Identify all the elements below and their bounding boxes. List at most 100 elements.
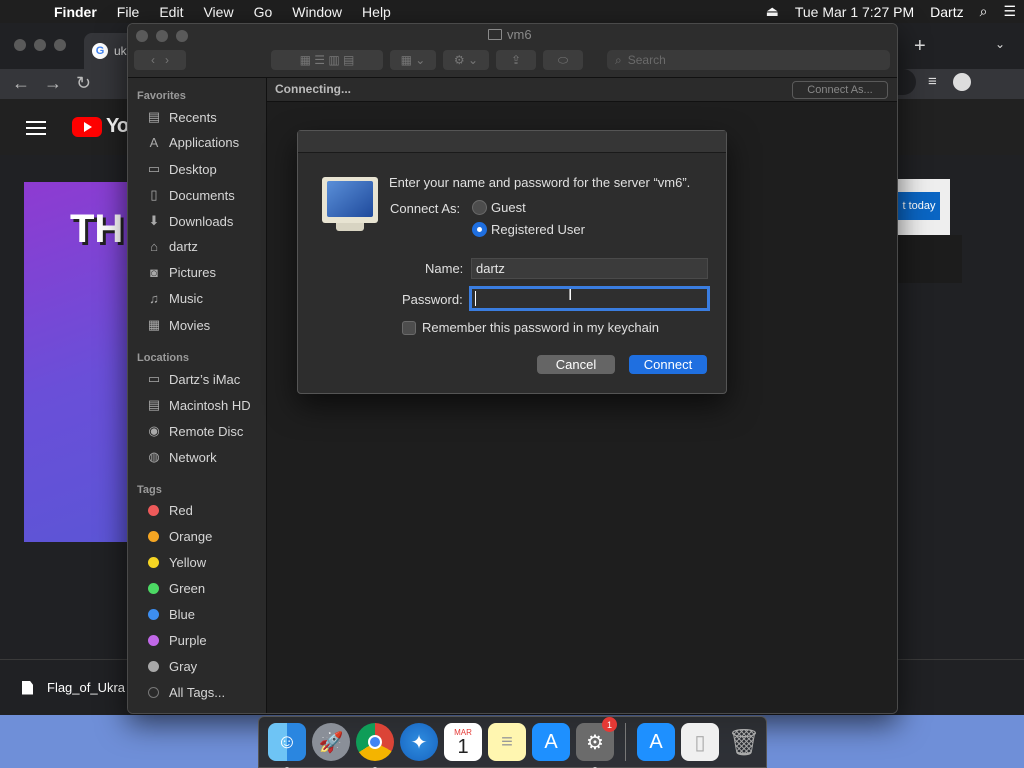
name-label: Name: (425, 261, 464, 276)
server-login-dialog: Enter your name and password for the ser… (297, 130, 727, 394)
sidebar-tag-green[interactable]: Green (146, 581, 205, 596)
pictures-icon: ◙ (150, 265, 158, 280)
user-menu[interactable]: Dartz (922, 4, 971, 20)
menu-go[interactable]: Go (244, 4, 283, 20)
remember-password-checkbox-row[interactable]: Remember this password in my keychain (402, 320, 659, 335)
sidebar-all-tags[interactable]: All Tags... (146, 685, 225, 700)
menu-file[interactable]: File (107, 4, 150, 20)
sidebar-item-applications[interactable]: A Applications (146, 135, 239, 150)
view-mode-buttons[interactable]: ▦ ☰ ▥ ▤ (271, 50, 383, 70)
profile-avatar-icon[interactable] (952, 73, 971, 91)
sidebar-tag-orange[interactable]: Orange (146, 529, 212, 544)
forward-icon[interactable]: → (44, 73, 62, 94)
locations-heading: Locations (137, 352, 189, 364)
menu-bar: Finder File Edit View Go Window Help ⏏ T… (0, 0, 1024, 23)
menu-view[interactable]: View (193, 4, 243, 20)
promo-button[interactable]: t today (898, 192, 940, 220)
sidebar-item-recents[interactable]: ▤ Recents (146, 109, 217, 125)
group-button[interactable]: ▦ ⌄ (390, 50, 436, 70)
chevron-down-icon[interactable]: ⌄ (995, 37, 1005, 51)
finder-window-title: vm6 (488, 27, 532, 42)
spotlight-search-icon[interactable]: ⌕ (972, 3, 996, 20)
sidebar-item-pictures[interactable]: ◙ Pictures (146, 265, 216, 280)
control-center-icon[interactable]: ☰ (995, 3, 1024, 20)
back-forward-buttons[interactable]: ‹ › (134, 50, 186, 70)
minimize-button[interactable] (34, 39, 46, 51)
eject-icon[interactable]: ⏏ (758, 3, 787, 20)
trash-icon[interactable]: 🗑 (725, 723, 763, 761)
youtube-banner[interactable]: TH (24, 182, 128, 542)
back-icon[interactable]: ← (12, 73, 30, 94)
clock[interactable]: Tue Mar 1 7:27 PM (787, 4, 922, 20)
radio-button-selected[interactable] (472, 222, 487, 237)
finder-dock-icon[interactable]: ☺ (268, 723, 306, 768)
sidebar-item-label: Remote Disc (169, 423, 244, 439)
calendar-dock-icon[interactable]: MAR 1 (444, 723, 482, 761)
radio-guest[interactable]: Guest (472, 200, 526, 215)
radio-registered-user[interactable]: Registered User (472, 222, 585, 237)
disc-icon: ◉ (148, 423, 160, 438)
notification-badge: 1 (602, 717, 617, 732)
sidebar-item-macintosh-hd[interactable]: ▤ Macintosh HD (146, 397, 251, 413)
menu-edit[interactable]: Edit (149, 4, 193, 20)
share-icon[interactable]: ⇪ (496, 50, 536, 70)
action-gear-icon[interactable]: ⚙ ⌄ (443, 50, 489, 70)
sidebar-item-label: Documents (169, 187, 235, 203)
new-tab-icon[interactable]: + (914, 35, 926, 58)
dock-separator (625, 723, 626, 761)
movies-icon: ▦ (147, 317, 161, 332)
sidebar-item-downloads[interactable]: ⬇ Downloads (146, 213, 234, 229)
sidebar-item-label: Music (169, 291, 203, 306)
menu-help[interactable]: Help (352, 4, 401, 20)
tag-icon[interactable]: ⬭ (543, 50, 583, 70)
sidebar-item-desktop[interactable]: ▭ Desktop (146, 161, 217, 177)
sidebar-tag-purple[interactable]: Purple (146, 633, 207, 648)
applications-icon: A (149, 135, 159, 150)
app-store-dock-icon[interactable]: A (532, 723, 570, 761)
sidebar-tag-red[interactable]: Red (146, 503, 193, 518)
sidebar-item-label: Downloads (169, 213, 234, 229)
sidebar-item-documents[interactable]: ▯ Documents (146, 187, 235, 203)
queue-icon[interactable]: ≡ (928, 73, 937, 91)
system-preferences-gear-icon[interactable]: ⚙ 1 (576, 717, 617, 768)
connect-as-label: Connect As: (390, 201, 461, 216)
close-button[interactable] (136, 30, 148, 42)
finder-search-input[interactable]: ⌕ Search (607, 50, 890, 70)
launchpad-dock-icon[interactable]: 🚀 (312, 723, 350, 761)
remember-password-checkbox[interactable] (402, 320, 416, 335)
sidebar-tag-gray[interactable]: Gray (146, 659, 197, 674)
notes-dock-icon[interactable]: ≡ (488, 723, 526, 761)
connect-button[interactable]: Connect (629, 355, 707, 374)
hamburger-menu-icon[interactable] (26, 121, 46, 135)
safari-compass-icon[interactable]: ✦ (400, 723, 438, 761)
app-store-folder-icon[interactable]: A (637, 723, 675, 761)
sidebar-item-home[interactable]: ⌂ dartz (146, 239, 198, 254)
menu-window[interactable]: Window (282, 4, 352, 20)
connect-as-button[interactable]: Connect As... (792, 81, 888, 99)
minimize-button[interactable] (156, 30, 168, 42)
sidebar-item-network[interactable]: ◍ Network (146, 449, 216, 465)
purple-tag-icon (148, 635, 159, 646)
radio-button[interactable] (472, 200, 487, 215)
menu-app-name[interactable]: Finder (44, 4, 107, 20)
password-field[interactable]: I (469, 286, 710, 311)
finder-window-controls (136, 30, 188, 42)
download-item[interactable]: Flag_of_Ukra (22, 680, 125, 695)
close-button[interactable] (14, 39, 26, 51)
sidebar-item-label: Dartz’s iMac (169, 371, 241, 387)
sidebar-item-imac[interactable]: ▭ Dartz’s iMac (146, 371, 240, 387)
server-computer-icon (322, 177, 378, 235)
name-field[interactable]: dartz (471, 258, 708, 279)
sidebar-tag-yellow[interactable]: Yellow (146, 555, 206, 570)
reload-icon[interactable]: ↻ (76, 73, 91, 94)
sidebar-item-remote-disc[interactable]: ◉ Remote Disc (146, 423, 243, 439)
monitor-screen (327, 181, 373, 217)
sidebar-item-movies[interactable]: ▦ Movies (146, 317, 210, 333)
document-icon[interactable]: ▯ (681, 723, 719, 761)
zoom-button[interactable] (54, 39, 66, 51)
sidebar-item-music[interactable]: ♫ Music (146, 291, 203, 306)
sidebar-tag-blue[interactable]: Blue (146, 607, 195, 622)
zoom-button[interactable] (176, 30, 188, 42)
cancel-button[interactable]: Cancel (537, 355, 615, 374)
chrome-dock-icon[interactable] (356, 723, 394, 768)
